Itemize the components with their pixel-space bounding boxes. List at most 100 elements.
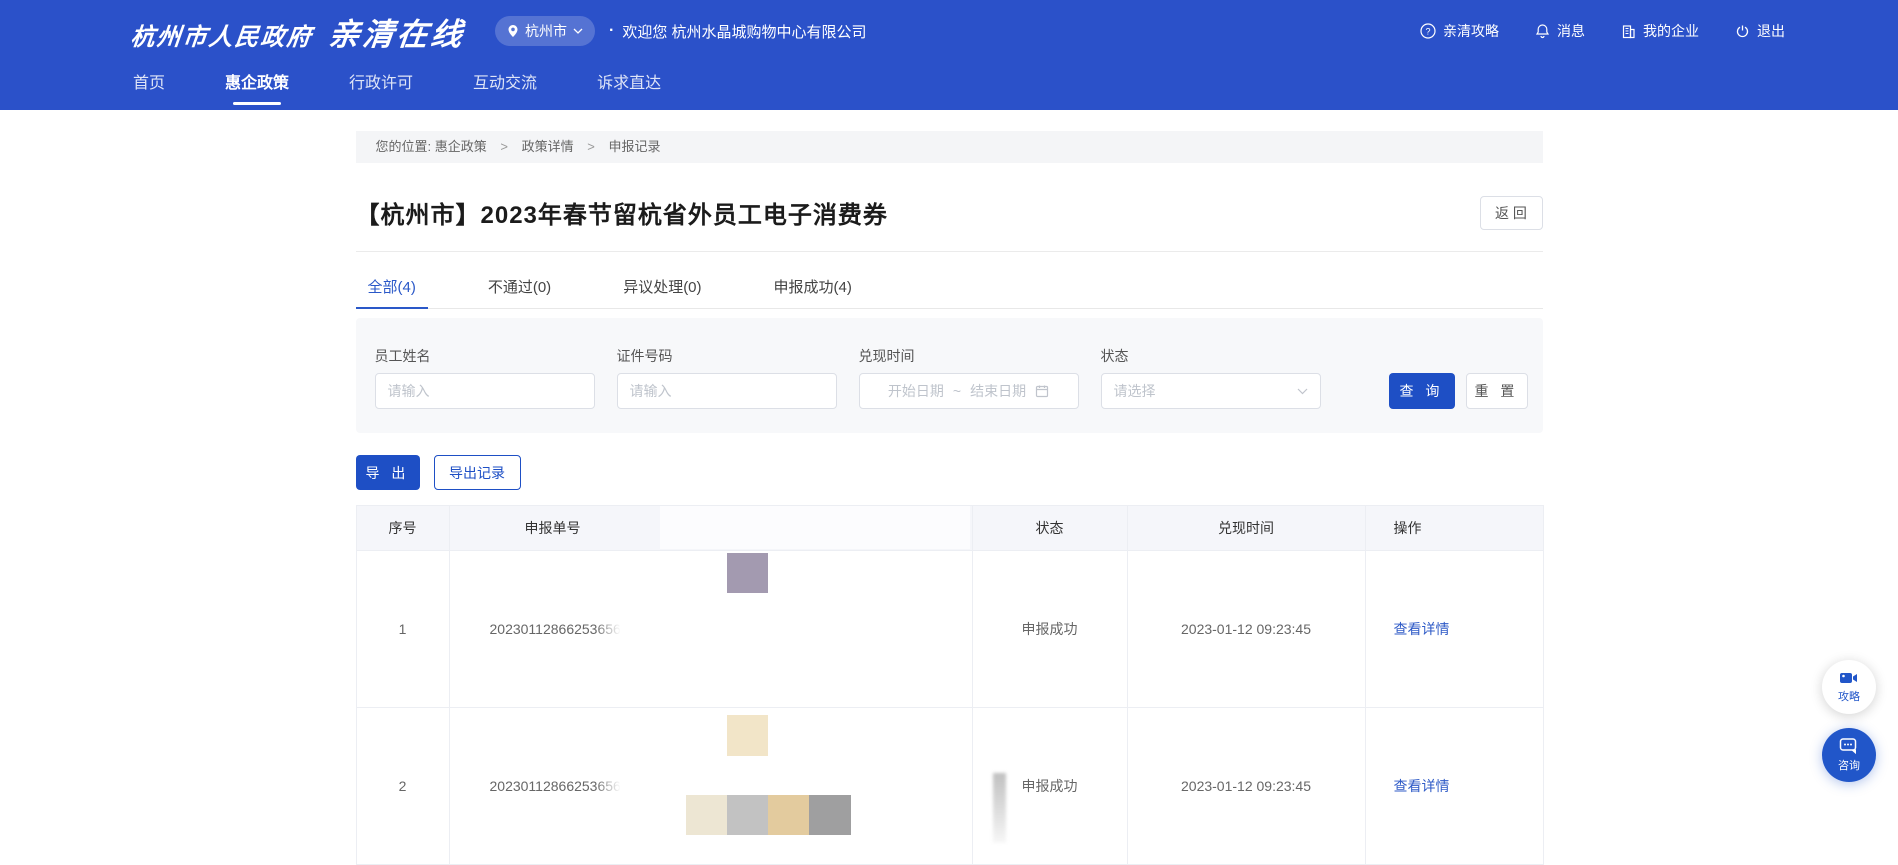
search-button[interactable]: 查 询 bbox=[1389, 373, 1455, 409]
employee-name-label: 员工姓名 bbox=[375, 348, 595, 364]
view-detail-link[interactable]: 查看详情 bbox=[1394, 778, 1450, 794]
table-header-row: 序号 申报单号 状态 兑现时间 操作 bbox=[356, 506, 1543, 551]
menu-item-logout[interactable]: 退出 bbox=[1735, 21, 1785, 41]
nav-item-administrative-license[interactable]: 行政许可 bbox=[349, 62, 413, 110]
records-table-wrap: 序号 申报单号 状态 兑现时间 操作 1 20230112866253656 申… bbox=[356, 505, 1543, 865]
date-range-separator: ~ bbox=[953, 383, 961, 399]
power-icon bbox=[1735, 24, 1750, 39]
tab-objection[interactable]: 异议处理(0) bbox=[611, 252, 713, 308]
breadcrumb-item-records: 申报记录 bbox=[608, 139, 660, 154]
title-row: 【杭州市】2023年春节留杭省外员工电子消费券 返 回 bbox=[356, 195, 1543, 230]
main-content: 您的位置: 惠企政策 > 政策详情 > 申报记录 【杭州市】2023年春节留杭省… bbox=[356, 131, 1543, 865]
column-header-status: 状态 bbox=[972, 506, 1127, 551]
status-select-placeholder: 请选择 bbox=[1114, 381, 1156, 401]
bell-icon bbox=[1535, 23, 1550, 39]
select-arrow-icon bbox=[1297, 388, 1308, 395]
menu-item-my-enterprise[interactable]: 我的企业 bbox=[1621, 21, 1699, 41]
page-title: 【杭州市】2023年春节留杭省外员工电子消费券 bbox=[356, 195, 888, 230]
menu-item-label: 亲清攻略 bbox=[1443, 21, 1499, 41]
tab-success[interactable]: 申报成功(4) bbox=[762, 252, 864, 308]
menu-item-label: 退出 bbox=[1757, 21, 1785, 41]
tab-all[interactable]: 全部(4) bbox=[356, 252, 428, 308]
row-actions: 查看详情 bbox=[1365, 708, 1543, 865]
field-status: 状态 请选择 bbox=[1101, 348, 1321, 433]
nav-item-interaction[interactable]: 互动交流 bbox=[473, 62, 537, 110]
row-index: 1 bbox=[356, 551, 449, 708]
row-order-no: 20230112866253656 bbox=[449, 551, 972, 708]
floating-consult-label: 咨询 bbox=[1838, 757, 1860, 773]
floating-guide-button[interactable]: 攻略 bbox=[1822, 660, 1876, 714]
location-pin-icon bbox=[507, 24, 519, 38]
menu-item-label: 消息 bbox=[1557, 21, 1585, 41]
breadcrumb-item-policy-detail[interactable]: 政策详情 bbox=[522, 139, 574, 154]
row-index: 2 bbox=[356, 708, 449, 865]
view-detail-link[interactable]: 查看详情 bbox=[1394, 621, 1450, 637]
menu-item-guide[interactable]: ? 亲清攻略 bbox=[1420, 21, 1499, 41]
field-employee-name: 员工姓名 bbox=[375, 348, 595, 433]
chat-icon bbox=[1839, 737, 1859, 755]
menu-item-label: 我的企业 bbox=[1643, 21, 1699, 41]
status-select[interactable]: 请选择 bbox=[1101, 373, 1321, 409]
column-header-action: 操作 bbox=[1365, 506, 1543, 551]
welcome-text: 欢迎您 杭州水晶城购物中心有限公司 bbox=[622, 21, 866, 42]
calendar-icon bbox=[1035, 384, 1049, 398]
row-status: 申报成功 bbox=[972, 708, 1127, 865]
building-icon bbox=[1621, 24, 1636, 39]
row-redeem-time: 2023-01-12 09:23:45 bbox=[1127, 551, 1365, 708]
column-header-index: 序号 bbox=[356, 506, 449, 551]
site-logo[interactable]: 杭州市人民政府 亲清在线 bbox=[131, 9, 465, 54]
end-date-placeholder: 结束日期 bbox=[970, 381, 1026, 401]
site-header: 杭州市人民政府 亲清在线 杭州市 · 欢迎您 杭州水晶城购物中心有限公司 ? 亲… bbox=[0, 0, 1898, 110]
floating-guide-label: 攻略 bbox=[1838, 688, 1860, 704]
table-row: 1 20230112866253656 申报成功 2023-01-12 09:2… bbox=[356, 551, 1543, 708]
logo-platform-text: 亲清在线 bbox=[327, 9, 468, 54]
id-number-label: 证件号码 bbox=[617, 348, 837, 364]
breadcrumb-item-policy[interactable]: 惠企政策 bbox=[435, 139, 487, 154]
nav-item-home[interactable]: 首页 bbox=[133, 62, 165, 110]
field-id-number: 证件号码 bbox=[617, 348, 837, 433]
redeem-time-label: 兑现时间 bbox=[859, 348, 1079, 364]
floating-consult-button[interactable]: 咨询 bbox=[1822, 728, 1876, 782]
row-status: 申报成功 bbox=[972, 551, 1127, 708]
svg-text:?: ? bbox=[1425, 27, 1430, 37]
employee-name-input[interactable] bbox=[375, 373, 595, 409]
nav-item-enterprise-policy[interactable]: 惠企政策 bbox=[225, 62, 289, 110]
status-label: 状态 bbox=[1101, 348, 1321, 364]
id-number-input[interactable] bbox=[617, 373, 837, 409]
records-table: 序号 申报单号 状态 兑现时间 操作 1 20230112866253656 申… bbox=[356, 505, 1544, 865]
tab-rejected[interactable]: 不通过(0) bbox=[476, 252, 563, 308]
header-menu: ? 亲清攻略 消息 我的企业 退出 bbox=[1384, 0, 1785, 62]
filter-panel: 员工姓名 证件号码 兑现时间 开始日期 ~ 结束日期 状态 请选择 bbox=[356, 318, 1543, 433]
video-icon bbox=[1839, 670, 1859, 686]
logo-government-text: 杭州市人民政府 bbox=[129, 17, 315, 52]
chevron-down-icon bbox=[573, 28, 583, 34]
reset-button[interactable]: 重 置 bbox=[1466, 373, 1528, 409]
table-row: 2 20230112866253656 申报成功 2023-01-12 09:2… bbox=[356, 708, 1543, 865]
column-header-time: 兑现时间 bbox=[1127, 506, 1365, 551]
export-button[interactable]: 导 出 bbox=[356, 455, 420, 490]
redeem-time-range-picker[interactable]: 开始日期 ~ 结束日期 bbox=[859, 373, 1079, 409]
header-top-row: 杭州市人民政府 亲清在线 杭州市 · 欢迎您 杭州水晶城购物中心有限公司 ? 亲… bbox=[0, 0, 1898, 62]
column-header-order: 申报单号 bbox=[449, 506, 972, 551]
breadcrumb: 您的位置: 惠企政策 > 政策详情 > 申报记录 bbox=[356, 131, 1543, 163]
record-tabs: 全部(4) 不通过(0) 异议处理(0) 申报成功(4) bbox=[356, 252, 1543, 309]
city-selector[interactable]: 杭州市 bbox=[495, 16, 595, 46]
row-actions: 查看详情 bbox=[1365, 551, 1543, 708]
breadcrumb-prefix: 您的位置: bbox=[376, 139, 432, 154]
menu-item-messages[interactable]: 消息 bbox=[1535, 21, 1585, 41]
back-button[interactable]: 返 回 bbox=[1480, 196, 1543, 230]
question-circle-icon: ? bbox=[1420, 23, 1436, 39]
export-toolbar: 导 出 导出记录 bbox=[356, 455, 1543, 490]
start-date-placeholder: 开始日期 bbox=[888, 381, 944, 401]
welcome-separator: · bbox=[609, 22, 614, 40]
breadcrumb-separator: > bbox=[500, 139, 508, 154]
export-record-button[interactable]: 导出记录 bbox=[434, 455, 521, 490]
nav-item-appeal[interactable]: 诉求直达 bbox=[597, 62, 661, 110]
filter-actions: 查 询 重 置 bbox=[1389, 373, 1528, 433]
city-selector-label: 杭州市 bbox=[525, 21, 567, 41]
row-order-no: 20230112866253656 bbox=[449, 708, 972, 865]
row-redeem-time: 2023-01-12 09:23:45 bbox=[1127, 708, 1365, 865]
main-nav: 首页 惠企政策 行政许可 互动交流 诉求直达 bbox=[0, 62, 1898, 110]
field-redeem-time: 兑现时间 开始日期 ~ 结束日期 bbox=[859, 348, 1079, 433]
breadcrumb-separator: > bbox=[587, 139, 595, 154]
